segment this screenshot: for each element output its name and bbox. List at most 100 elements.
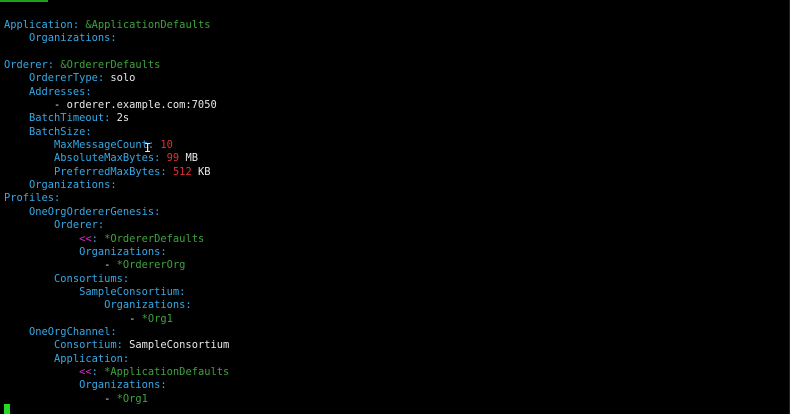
key-colon: : [110,32,117,45]
key-colon: : [85,125,92,138]
yaml-line: OneOrgOrdererGenesis: [4,206,229,219]
yaml-line: <<: *OrdererDefaults [4,233,229,246]
yaml-line: Organizations: [4,379,229,392]
yaml-key: AbsoluteMaxBytes [54,152,155,165]
key-colon: : [160,245,167,258]
key-colon: : [122,272,130,285]
yaml-line: Application: [4,353,229,366]
merge-key: << [79,365,92,378]
yaml-line: OneOrgChannel: [4,326,229,339]
yaml-line: Organizations: [4,299,229,312]
yaml-line: Addresses: [4,86,229,99]
anchor-ref: &OrdererDefaults [54,59,161,72]
terminal-tab-indicator[interactable] [0,0,48,2]
yaml-line: Orderer: [4,219,229,232]
yaml-line: Profiles: [4,192,229,205]
yaml-key: Consortiums [54,272,123,285]
list-dash: - [104,392,117,405]
yaml-line: OrdererType: solo [4,72,229,85]
yaml-line: Organizations: [4,32,229,45]
yaml-key: Application [4,19,73,31]
anchor-ref: *OrdererOrg [116,259,186,272]
yaml-key: OneOrgOrdererGenesis [29,205,155,218]
numeric-value: 10 [154,139,173,152]
yaml-key: Consortium [54,339,117,352]
yaml-key: PreferredMaxBytes [54,165,161,178]
yaml-key: Organizations [29,179,111,192]
key-colon: : [154,205,161,218]
yaml-key: OneOrgChannel [29,325,111,338]
yaml-line: Orderer: &OrdererDefaults [4,59,229,72]
terminal-window[interactable]: Application: &ApplicationDefaults Organi… [0,0,790,414]
key-colon: : [85,85,92,98]
numeric-value: 99 [160,152,180,165]
yaml-line: Application: &ApplicationDefaults [4,19,229,32]
yaml-key: Organizations [104,299,186,312]
anchor-ref: *Org1 [141,312,173,325]
yaml-line: Consortiums: [4,273,229,286]
list-dash: - [129,312,142,325]
key-colon: : [97,219,105,232]
yaml-key: MaxMessageCount [54,139,148,152]
yaml-line: BatchSize: [4,126,229,139]
key-colon: : [54,192,61,205]
yaml-line: Organizations: [4,246,229,259]
anchor-ref: *OrdererDefaults [97,232,205,245]
yaml-key: Addresses [29,85,86,98]
yaml-key: Orderer [4,59,48,72]
yaml-line: - orderer.example.com:7050 [4,99,229,112]
yaml-key: OrdererType [29,72,98,85]
plain-value: solo [104,72,136,85]
list-dash: - [104,259,117,272]
yaml-key: BatchTimeout [29,112,105,125]
yaml-key: Profiles [4,192,55,205]
yaml-key: BatchSize [29,125,86,138]
key-colon: : [160,379,167,392]
yaml-key: Organizations [29,32,111,45]
yaml-key: Organizations [79,245,161,258]
key-colon: : [179,285,186,298]
yaml-line: SampleConsortium: [4,286,229,299]
numeric-value: 512 [166,165,192,178]
yaml-key: Orderer [54,219,98,232]
yaml-line: Organizations: [4,179,229,192]
anchor-ref: *Org1 [116,392,148,405]
merge-key: << [79,232,92,245]
yaml-line: <<: *ApplicationDefaults [4,366,229,379]
key-colon: : [122,352,130,365]
yaml-line: - *Org1 [4,313,229,326]
yaml-line: AbsoluteMaxBytes: 99 MB [4,152,229,165]
plain-value: SampleConsortium [122,339,230,352]
yaml-line: PreferredMaxBytes: 512 KB [4,166,229,179]
anchor-ref: &ApplicationDefaults [79,19,211,31]
text-cursor-icon: I [144,141,152,155]
yaml-line: - *Org1 [4,393,229,406]
key-colon: : [185,299,192,312]
yaml-key: SampleConsortium [79,285,180,298]
yaml-line: Consortium: SampleConsortium [4,339,229,352]
key-colon: : [110,325,117,338]
yaml-key: Application [54,352,123,365]
